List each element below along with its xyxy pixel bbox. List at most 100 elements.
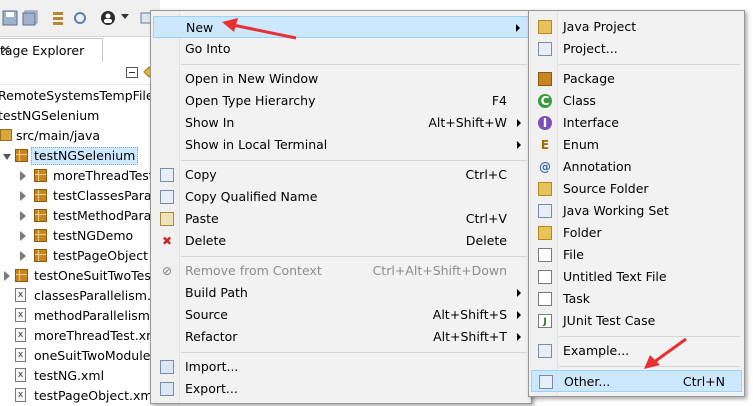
hierarchy-icon[interactable] [50, 10, 66, 26]
tree-item-label: moreThreadTest [53, 168, 154, 183]
menu-item-folder[interactable]: Folder [531, 222, 742, 244]
collapsed-icon[interactable] [20, 171, 26, 181]
menu-item-task[interactable]: Task [531, 288, 742, 310]
package-explorer-tab[interactable]: tage Explorer ✕ [0, 38, 103, 63]
menu-item-go-into[interactable]: Go Into [153, 38, 529, 60]
run-config-icon[interactable] [100, 10, 116, 26]
menu-item-java-project[interactable]: Java Project [531, 16, 742, 38]
dropdown-arrow-icon[interactable] [121, 14, 129, 19]
menu-item-paste[interactable]: Paste Ctrl+V [153, 208, 529, 230]
save-all-icon[interactable] [22, 10, 38, 26]
task-icon [538, 292, 552, 306]
menu-item-label: Project... [563, 41, 618, 56]
refresh-icon[interactable] [72, 10, 88, 26]
tree-item-label: testNGSelenium [31, 147, 139, 165]
tree-item-label: RemoteSystemsTempFiles [0, 88, 161, 103]
menu-item-copy-qualified-name[interactable]: Copy Qualified Name [153, 186, 529, 208]
collapsed-icon[interactable] [20, 191, 26, 201]
menu-item-label: Open in New Window [185, 71, 319, 86]
menu-item-copy[interactable]: Copy Ctrl+C [153, 164, 529, 186]
new-submenu: Java Project Project... Package C Class … [528, 10, 745, 397]
menu-item-source-folder[interactable]: Source Folder [531, 178, 742, 200]
menu-item-other[interactable]: Other... Ctrl+N [531, 370, 742, 392]
menu-item-label: Paste [185, 211, 219, 226]
menu-item-shortcut: Ctrl+C [465, 167, 507, 182]
xml-file-icon: x [15, 288, 26, 302]
menu-item-annotation[interactable]: @ Annotation [531, 156, 742, 178]
enum-icon: E [540, 138, 550, 152]
menu-item-label: Class [563, 93, 596, 108]
menu-item-label: Enum [563, 137, 599, 152]
menu-item-refactor[interactable]: Refactor Alt+Shift+T [153, 326, 529, 348]
menu-item-junit-test-case[interactable]: J JUnit Test Case [531, 310, 742, 332]
package-icon [15, 269, 28, 282]
menu-item-shortcut: Alt+Shift+S [432, 307, 507, 322]
menu-item-label: Import... [185, 359, 239, 374]
collapse-all-icon[interactable] [126, 67, 138, 78]
annotation-icon: @ [539, 160, 551, 174]
text-file-icon [538, 270, 552, 284]
wizard-icon [539, 375, 553, 389]
xml-file-icon: x [15, 328, 26, 342]
menu-item-label: Java Working Set [563, 203, 669, 218]
menu-item-class[interactable]: C Class [531, 90, 742, 112]
example-icon [538, 344, 552, 358]
copy-icon [160, 168, 174, 182]
xml-file-icon: x [15, 368, 26, 382]
menu-item-example[interactable]: Example... [531, 340, 742, 362]
menu-item-package[interactable]: Package [531, 68, 742, 90]
collapsed-icon[interactable] [20, 211, 26, 221]
menu-item-label: Package [563, 71, 615, 86]
menu-item-interface[interactable]: I Interface [531, 112, 742, 134]
menu-item-open-type-hierarchy[interactable]: Open Type Hierarchy F4 [153, 90, 529, 112]
menu-item-label: Java Project [563, 19, 637, 34]
menu-item-shortcut: F4 [491, 93, 507, 108]
menu-item-source[interactable]: Source Alt+Shift+S [153, 304, 529, 326]
expanded-icon[interactable] [3, 154, 11, 160]
menu-item-import[interactable]: Import... [153, 356, 529, 378]
class-icon: C [538, 94, 552, 108]
menu-item-label: Delete [185, 233, 227, 248]
main-toolbar [0, 0, 160, 37]
menu-item-show-in[interactable]: Show In Alt+Shift+W [153, 112, 529, 134]
menu-item-remove-from-context: ⊘ Remove from Context Ctrl+Alt+Shift+Dow… [153, 260, 529, 282]
package-icon [34, 249, 47, 262]
menu-item-new[interactable]: New [153, 16, 529, 38]
menu-item-enum[interactable]: E Enum [531, 134, 742, 156]
import-icon [160, 360, 174, 374]
submenu-arrow-icon [517, 289, 521, 297]
tree-item-label: oneSuitTwoModuleT [34, 348, 159, 363]
working-set-icon [538, 204, 552, 218]
menu-item-label: Copy Qualified Name [185, 189, 318, 204]
menu-item-open-in-new-window[interactable]: Open in New Window [153, 68, 529, 90]
menu-item-build-path[interactable]: Build Path [153, 282, 529, 304]
paste-icon [160, 212, 174, 226]
menu-separator [559, 336, 740, 337]
menu-item-file[interactable]: File [531, 244, 742, 266]
tree-item-label: moreThreadTest.xm [34, 328, 159, 343]
package-icon [15, 149, 28, 162]
menu-item-export[interactable]: Export... [153, 378, 529, 400]
menu-item-untitled-text-file[interactable]: Untitled Text File [531, 266, 742, 288]
menu-item-label: JUnit Test Case [563, 313, 656, 328]
save-icon[interactable] [2, 10, 18, 26]
menu-item-java-working-set[interactable]: Java Working Set [531, 200, 742, 222]
close-icon[interactable]: ✕ [0, 43, 11, 58]
menu-item-show-in-local-terminal[interactable]: Show in Local Terminal [153, 134, 529, 156]
collapsed-icon[interactable] [20, 231, 26, 241]
copy-qualified-name-icon [160, 190, 174, 204]
menu-item-delete[interactable]: ✖ Delete Delete [153, 230, 529, 252]
tree-item-label: testNG.xml [34, 368, 105, 383]
menu-item-label: Refactor [185, 329, 238, 344]
submenu-arrow-icon [517, 311, 521, 319]
collapsed-icon[interactable] [20, 251, 26, 261]
menu-separator [181, 160, 527, 161]
menu-separator [559, 64, 740, 65]
menu-item-label: File [563, 247, 584, 262]
delete-icon: ✖ [161, 234, 173, 248]
submenu-arrow-icon [516, 24, 520, 32]
collapsed-icon[interactable] [4, 271, 10, 281]
xml-file-icon: x [15, 308, 26, 322]
tree-item-selected[interactable]: testNGSelenium [0, 146, 160, 166]
menu-item-project[interactable]: Project... [531, 38, 742, 60]
